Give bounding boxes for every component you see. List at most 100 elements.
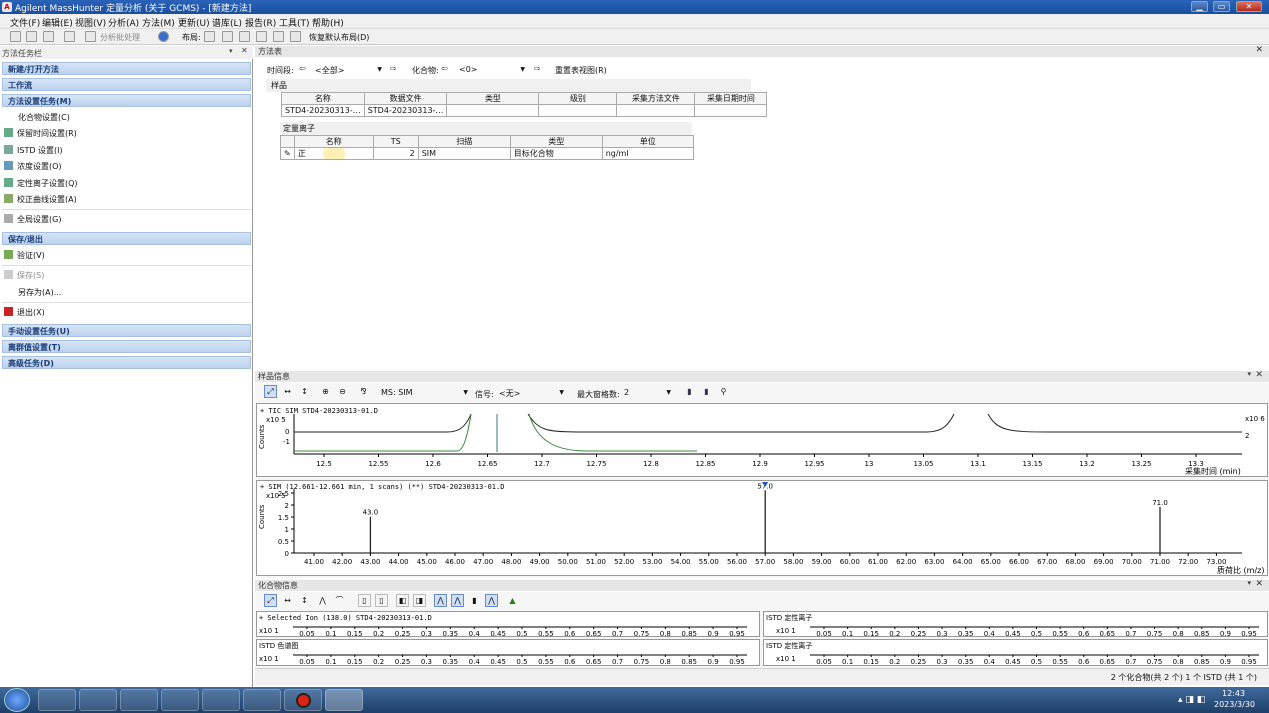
overlay-icon[interactable]: ⋀ [434,594,447,607]
layout6-icon[interactable] [290,31,301,42]
row-edit-icon[interactable]: ✎ [280,147,295,160]
col-acq-datetime[interactable]: 采集日期时间 [694,92,768,105]
peak-label-icon[interactable]: ⅋ [357,385,370,398]
menu-edit[interactable]: 编辑(E) [42,16,73,29]
chevron-down-icon[interactable]: ▾ [1247,370,1251,378]
masshunter-taskbar-icon[interactable] [325,689,363,711]
chevron-down-icon[interactable]: ▾ [229,47,233,55]
cell[interactable] [446,104,540,117]
close-button[interactable]: ✕ [1236,1,1262,12]
col-type[interactable]: 类型 [446,92,540,105]
cell[interactable]: 2 [372,147,419,160]
menu-help[interactable]: 帮助(H) [312,16,344,29]
prev-icon[interactable]: ▯ [358,594,371,607]
next-icon[interactable]: ▯ [375,594,388,607]
app-icon[interactable] [161,689,199,711]
close-icon[interactable]: ✕ [1255,45,1263,55]
section-manual[interactable]: 手动设置任务(U) [2,324,251,337]
max-panes-select[interactable]: 2 ▼ [620,386,674,399]
cell[interactable]: 目标化合物 [509,147,603,160]
section-new-open[interactable]: 新建/打开方法 [2,62,251,75]
time-segment-select[interactable]: <全部> ▼ [311,63,385,76]
scale-x-icon[interactable]: ↔ [281,594,294,607]
cell[interactable] [616,104,696,117]
item-istd[interactable]: ISTD 设置(I) [4,145,63,156]
tray-icons[interactable]: ▴ ◨ ◧ [1178,695,1205,705]
menu-tools[interactable]: 工具(T) [279,16,310,29]
section-setup[interactable]: 方法设置任务(M) [2,94,251,107]
save-icon[interactable] [43,31,54,42]
bar-chart-icon[interactable]: ▮ [683,385,696,398]
menu-update[interactable]: 更新(U) [178,16,210,29]
tic-chart[interactable]: + TIC SIM STD4-20230313-01.D x10 5 Count… [256,403,1268,477]
explorer-icon[interactable] [38,689,76,711]
qualifier-icon[interactable]: ⋀ [451,594,464,607]
menu-method[interactable]: 方法(M) [142,16,175,29]
compound-select[interactable]: <0> ▼ [455,63,528,76]
chevron-down-icon[interactable]: ▾ [1247,579,1251,587]
layout2-icon[interactable] [222,31,233,42]
app-icon[interactable] [79,689,117,711]
item-calib[interactable]: 校正曲线设置(A) [4,194,77,205]
section-advanced[interactable]: 高级任务(D) [2,356,251,369]
clock-time[interactable]: 12:43 [1222,689,1245,698]
menu-library[interactable]: 谱库(L) [212,16,242,29]
start-button[interactable] [4,688,30,712]
minimize-button[interactable]: ▁ [1191,1,1208,12]
bars-icon[interactable]: ▮ [468,594,481,607]
batch-button[interactable]: 分析批处理 [100,32,140,43]
section-outlier[interactable]: 离群值设置(T) [2,340,251,353]
col-scan[interactable]: 扫描 [417,135,511,148]
peak-icon[interactable]: ▲ [506,594,519,607]
prev-compound-icon[interactable]: ⇦ [441,64,448,73]
compound-prev-icon[interactable]: ◧ [396,594,409,607]
signal-select[interactable]: <无> ▼ [495,386,567,399]
spectrum-icon[interactable]: ⋀ [485,594,498,607]
col-level[interactable]: 级别 [538,92,618,105]
item-saveas[interactable]: 另存为(A)... [18,287,61,298]
item-save[interactable]: 保存(S) [4,270,44,281]
cell[interactable]: STD4-20230313-… [281,104,365,117]
copy-icon[interactable] [64,31,75,42]
zoom-in-icon[interactable]: ⊕ [319,385,332,398]
help-icon[interactable] [158,31,169,42]
next-compound-icon[interactable]: ⇨ [534,64,541,73]
word-icon[interactable] [243,689,281,711]
ms-select[interactable]: MS: SIM ▼ [377,386,471,399]
cell[interactable]: SIM [417,147,511,160]
cell[interactable]: ng/ml [601,147,694,160]
item-rt[interactable]: 保留时间设置(R) [4,128,77,139]
col-unit[interactable]: 单位 [601,135,694,148]
layout3-icon[interactable] [239,31,250,42]
item-compound[interactable]: 化合物设置(C) [18,112,70,123]
item-conc[interactable]: 浓度设置(O) [4,161,62,172]
table-row[interactable]: ✎ 正 2 SIM 目标化合物 ng/ml [280,147,694,160]
item-exit[interactable]: 退出(X) [4,307,45,318]
app-icon[interactable] [120,689,158,711]
prev-segment-icon[interactable]: ⇦ [299,64,306,73]
close-icon[interactable]: ✕ [1255,579,1263,589]
menu-analyze[interactable]: 分析(A) [108,16,139,29]
sim-spectrum-chart[interactable]: + SIM (12.661-12.661 min, 1 scans) (**) … [256,480,1268,576]
section-workflow[interactable]: 工作流 [2,78,251,91]
app-icon[interactable] [202,689,240,711]
layout4-icon[interactable] [256,31,267,42]
search-icon[interactable]: ⚲ [717,385,730,398]
auto-scale-icon[interactable]: ⤢ [264,385,277,398]
open-icon[interactable] [26,31,37,42]
scale-y-icon[interactable]: ↕ [298,385,311,398]
item-qual[interactable]: 定性离子设置(Q) [4,178,78,189]
section-save-exit[interactable]: 保存/退出 [2,232,251,245]
menu-file[interactable]: 文件(F) [10,16,40,29]
col-datafile[interactable]: 数据文件 [363,92,448,105]
spectrum-icon[interactable]: ▮ [700,385,713,398]
close-icon[interactable]: ✕ [241,46,248,55]
layout5-icon[interactable] [273,31,284,42]
istd-qualifier-chart-1[interactable]: ISTD 定性离子 x10 1 0.05 0.1 0.15 0.2 0.25 0.3 0.3… [763,611,1268,638]
next-segment-icon[interactable]: ⇨ [390,64,397,73]
cell[interactable]: STD4-20230313-… [363,104,448,117]
menu-view[interactable]: 视图(V) [75,16,106,29]
scale-x-icon[interactable]: ↔ [281,385,294,398]
record-icon[interactable] [284,689,322,711]
col-ts[interactable]: TS [372,135,419,148]
